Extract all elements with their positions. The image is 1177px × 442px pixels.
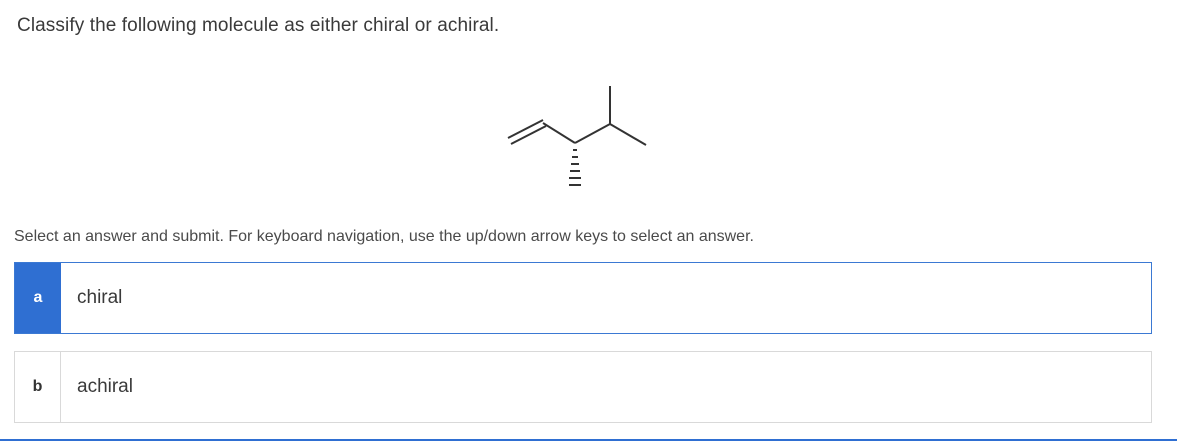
bottom-divider	[0, 439, 1177, 441]
option-label: achiral	[77, 376, 133, 397]
answer-option-chiral[interactable]: a chiral	[14, 262, 1152, 334]
option-letter: b	[15, 352, 61, 422]
option-letter: a	[15, 263, 61, 333]
molecule-structure-image	[507, 86, 647, 186]
instruction-text: Select an answer and submit. For keyboar…	[14, 228, 754, 245]
option-label: chiral	[77, 287, 123, 308]
answer-option-achiral[interactable]: b achiral	[14, 351, 1152, 423]
question-text: Classify the following molecule as eithe…	[17, 15, 500, 36]
